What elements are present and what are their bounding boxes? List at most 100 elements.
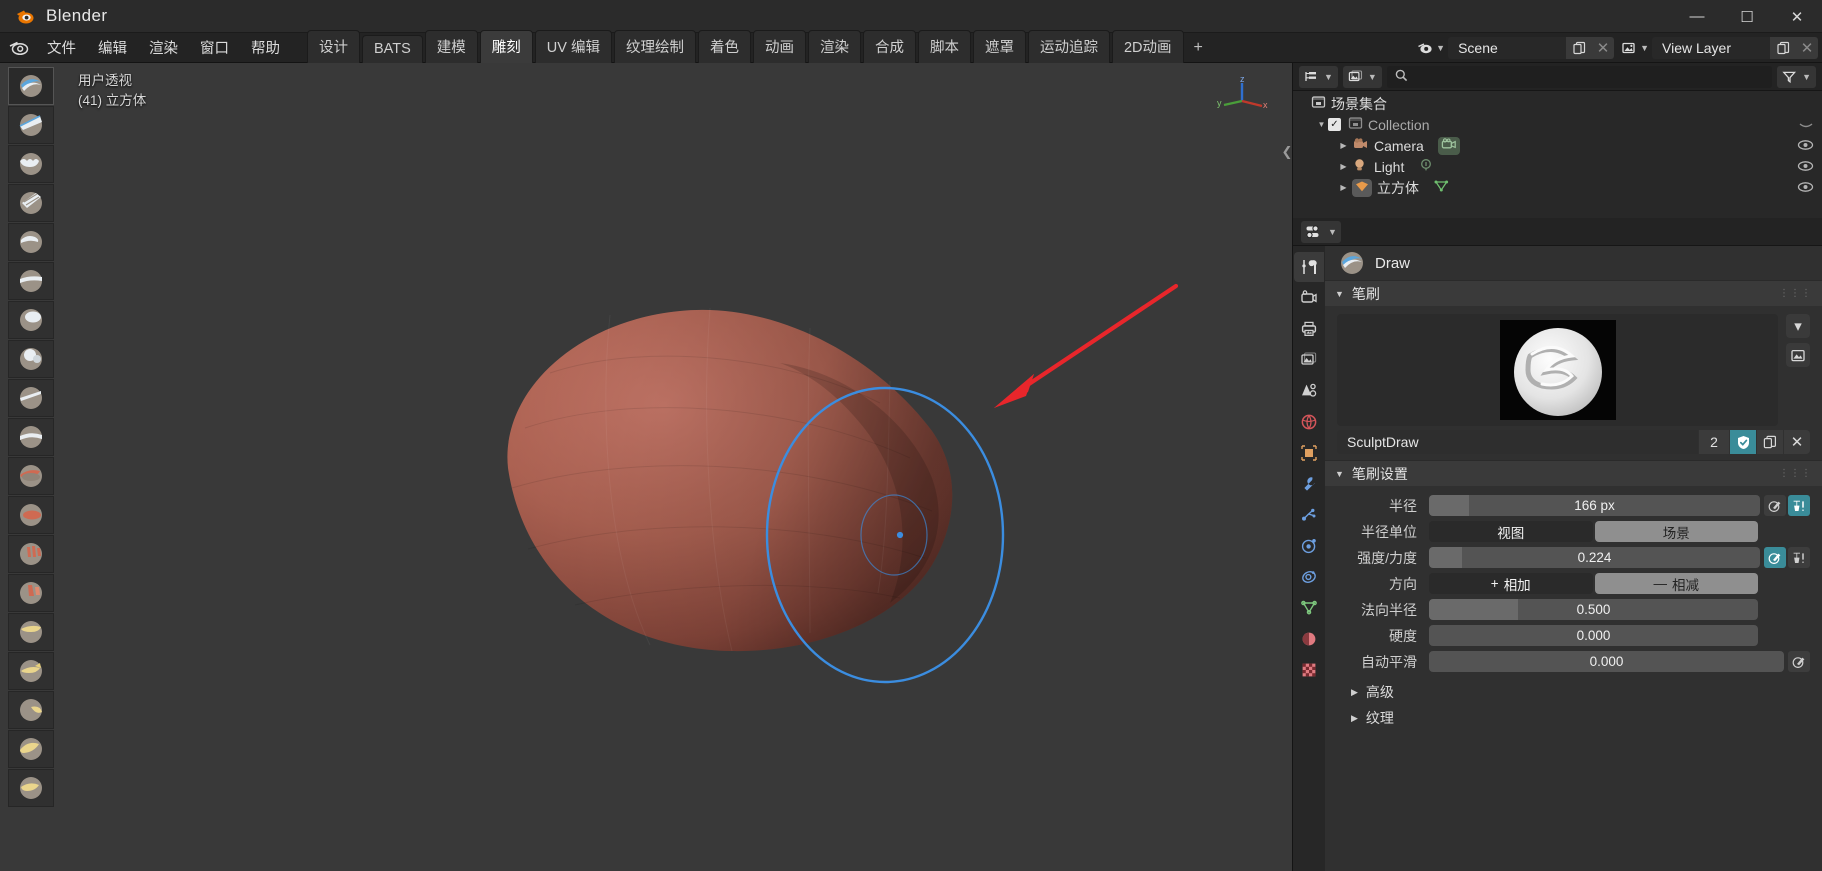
outliner-display-icon[interactable]: ▼: [1299, 65, 1338, 88]
ptab-texture[interactable]: [1294, 655, 1324, 685]
ptab-scene[interactable]: [1294, 376, 1324, 406]
ptab-world[interactable]: [1294, 407, 1324, 437]
brush-datablock-name[interactable]: SculptDraw: [1337, 430, 1698, 454]
menu-help[interactable]: 帮助: [240, 33, 291, 62]
workspace-tab-compositing[interactable]: 合成: [862, 29, 916, 63]
workspace-tab-uvediting[interactable]: UV 编辑: [534, 29, 612, 63]
disclosure-triangle-icon[interactable]: ▶: [1337, 183, 1350, 192]
ptab-object[interactable]: [1294, 438, 1324, 468]
tool-multiplane-scrape[interactable]: [8, 574, 54, 612]
mesh-data-icon[interactable]: [1433, 179, 1450, 196]
subpanel-texture[interactable]: ▶ 纹理: [1337, 705, 1810, 731]
workspace-tab-scripting[interactable]: 脚本: [917, 29, 971, 63]
eye-icon[interactable]: [1797, 159, 1814, 175]
tool-snake-hook[interactable]: [8, 730, 54, 768]
ptab-particles[interactable]: [1294, 500, 1324, 530]
tool-grab[interactable]: [8, 652, 54, 690]
tool-layer[interactable]: [8, 262, 54, 300]
radius-slider[interactable]: 166 px: [1429, 495, 1760, 516]
workspace-tab-motiontracking[interactable]: 运动追踪: [1027, 29, 1110, 63]
workspace-tab-rendering[interactable]: 渲染: [807, 29, 861, 63]
ptab-modifiers[interactable]: [1294, 469, 1324, 499]
panel-header-brush-settings[interactable]: ▼ 笔刷设置 ⋮⋮⋮: [1325, 460, 1822, 486]
normal-radius-slider[interactable]: 0.500: [1429, 599, 1758, 620]
unified-icon[interactable]: [1788, 495, 1810, 516]
outliner-row-collection[interactable]: ▼ ✓ Collection: [1293, 114, 1822, 135]
menu-file[interactable]: 文件: [36, 33, 87, 62]
outliner-id-icon[interactable]: ▼: [1342, 65, 1382, 88]
ptab-output[interactable]: [1294, 314, 1324, 344]
light-data-icon[interactable]: [1418, 158, 1434, 175]
maximize-button[interactable]: ☐: [1722, 0, 1772, 33]
pressure-icon[interactable]: [1764, 495, 1786, 516]
chevron-down-icon[interactable]: ▾: [1786, 314, 1810, 338]
filter-funnel-icon[interactable]: ▼: [1777, 65, 1816, 88]
tool-smooth[interactable]: [8, 418, 54, 456]
eye-icon[interactable]: [1797, 180, 1814, 196]
scene-browse-icon[interactable]: ▼: [1414, 37, 1448, 59]
outliner-search-input[interactable]: [1386, 65, 1773, 88]
tool-thumb[interactable]: [8, 769, 54, 807]
workspace-tab-2danimation[interactable]: 2D动画: [1111, 29, 1184, 63]
pressure-icon[interactable]: [1764, 547, 1786, 568]
brush-user-count[interactable]: 2: [1699, 430, 1729, 454]
panel-header-brush[interactable]: ▼ 笔刷 ⋮⋮⋮: [1325, 280, 1822, 306]
ptab-physics[interactable]: [1294, 531, 1324, 561]
viewlayer-browse-icon[interactable]: ▼: [1618, 37, 1652, 59]
hidden-eye-icon[interactable]: [1798, 117, 1814, 133]
menu-window[interactable]: 窗口: [189, 33, 240, 62]
close-button[interactable]: ✕: [1772, 0, 1822, 33]
outliner-row-cube[interactable]: ▶ 立方体: [1293, 177, 1822, 198]
tool-clay-strips[interactable]: [8, 184, 54, 222]
tool-clay[interactable]: [8, 145, 54, 183]
outliner-row-light[interactable]: ▶ Light: [1293, 156, 1822, 177]
pressure-icon[interactable]: [1788, 651, 1810, 672]
shield-check-icon[interactable]: [1730, 430, 1756, 454]
hardness-slider[interactable]: 0.000: [1429, 625, 1758, 646]
subpanel-advanced[interactable]: ▶ 高级: [1337, 679, 1810, 705]
tool-pinch[interactable]: [8, 613, 54, 651]
ptab-viewlayer[interactable]: [1294, 345, 1324, 375]
minimize-button[interactable]: —: [1672, 0, 1722, 33]
navigation-gizmo[interactable]: z y x: [1214, 73, 1270, 129]
ptab-data[interactable]: [1294, 593, 1324, 623]
tool-fill[interactable]: [8, 496, 54, 534]
tool-clay-thumb[interactable]: [8, 223, 54, 261]
eye-icon[interactable]: [1797, 138, 1814, 154]
tool-crease[interactable]: [8, 379, 54, 417]
image-icon[interactable]: [1786, 343, 1810, 367]
new-viewlayer-icon[interactable]: [1770, 37, 1796, 59]
tool-scrape[interactable]: [8, 535, 54, 573]
workspace-tab-layout[interactable]: 设计: [307, 29, 360, 63]
tool-blob[interactable]: [8, 340, 54, 378]
direction-add-option[interactable]: + 相加: [1429, 573, 1593, 594]
outliner-row-scene-collection[interactable]: 场景集合: [1293, 93, 1822, 114]
viewlayer-name-field[interactable]: View Layer: [1652, 37, 1770, 59]
tool-inflate[interactable]: [8, 301, 54, 339]
workspace-tab-modeling[interactable]: 建模: [424, 29, 478, 63]
workspace-tab-animation[interactable]: 动画: [752, 29, 806, 63]
properties-editor-icon[interactable]: ▼: [1301, 220, 1341, 243]
autosmooth-slider[interactable]: 0.000: [1429, 651, 1784, 672]
delete-scene-icon[interactable]: ✕: [1592, 37, 1615, 59]
unlink-x-icon[interactable]: ✕: [1784, 430, 1810, 454]
collection-checkbox[interactable]: ✓: [1328, 118, 1341, 131]
new-scene-icon[interactable]: [1566, 37, 1593, 59]
radius-unit-scene-option[interactable]: 场景: [1594, 521, 1758, 542]
menu-edit[interactable]: 编辑: [87, 33, 138, 62]
ptab-material[interactable]: [1294, 624, 1324, 654]
direction-subtract-option[interactable]: — 相减: [1594, 573, 1758, 594]
brush-preview-container[interactable]: [1337, 314, 1778, 426]
workspace-tab-masking[interactable]: 遮罩: [972, 29, 1026, 63]
ptab-render[interactable]: [1294, 283, 1324, 313]
menu-render[interactable]: 渲染: [138, 33, 189, 62]
radius-unit-view-option[interactable]: 视图: [1429, 521, 1593, 542]
unified-icon[interactable]: [1788, 547, 1810, 568]
ptab-tool[interactable]: [1294, 252, 1324, 282]
tool-elastic-deform[interactable]: [8, 691, 54, 729]
active-brush-header[interactable]: Draw: [1325, 246, 1822, 280]
workspace-tab-shading[interactable]: 着色: [697, 29, 751, 63]
3d-viewport[interactable]: 用户透视 (41) 立方体 z y x ❮: [0, 63, 1292, 871]
disclosure-triangle-icon[interactable]: ▶: [1337, 162, 1350, 171]
disclosure-triangle-icon[interactable]: ▶: [1337, 141, 1350, 150]
